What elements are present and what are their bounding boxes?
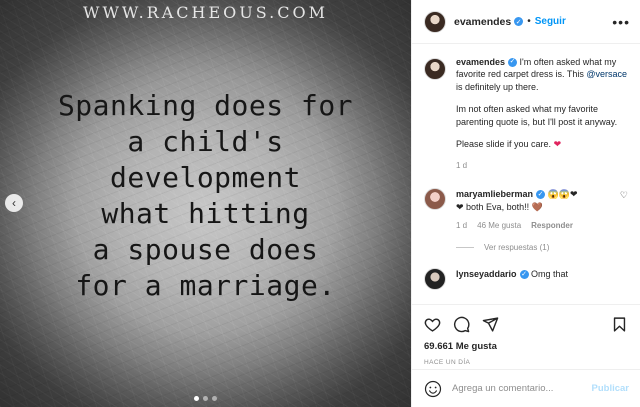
comment-input[interactable]	[452, 383, 582, 394]
author-username[interactable]: evamendes	[454, 16, 511, 28]
reply-button[interactable]: Responder	[531, 219, 573, 232]
mention-link[interactable]: @versace	[586, 69, 627, 79]
author-avatar[interactable]	[424, 10, 446, 33]
separator-dot: •	[527, 16, 531, 27]
replies-divider	[456, 246, 474, 248]
comment-username[interactable]: maryamlieberman	[456, 189, 533, 199]
comment-text: Omg that	[531, 268, 569, 279]
comment-body: maryamlieberman ✓ 😱😱❤ ❤ both Eva, both!! …	[456, 188, 616, 232]
comment-body: lynseyaddario ✓ Omg that	[456, 268, 616, 290]
add-comment-bar: Publicar	[412, 369, 640, 407]
comment-item: maryamlieberman ✓ 😱😱❤ ❤ both Eva, both!! …	[424, 187, 628, 232]
action-icons	[424, 313, 628, 335]
more-options-icon[interactable]: •••	[612, 14, 630, 30]
comment-text: ❤ both Eva, both!! 🤎	[456, 201, 543, 212]
caption-username[interactable]: evamendes	[456, 57, 505, 67]
post-sidebar: evamendes ✓ • Seguir ••• evamendes ✓ I'm …	[411, 0, 640, 407]
verified-badge-icon: ✓	[536, 189, 546, 199]
view-replies-label: Ver respuestas (1)	[484, 242, 550, 252]
caption-body: evamendes ✓ I'm often asked what my favor…	[456, 56, 628, 173]
comment-item: lynseyaddario ✓ Omg that	[424, 267, 628, 290]
carousel-indicators	[0, 396, 411, 401]
emoji-icon[interactable]	[424, 380, 442, 398]
likes-count[interactable]: 69.661 Me gusta	[424, 341, 628, 352]
carousel-prev-button[interactable]: ‹	[5, 194, 23, 212]
carousel-dot	[212, 396, 217, 401]
verified-badge-icon: ✓	[514, 17, 524, 26]
post-timestamp: HACE UN DÍA	[424, 359, 471, 366]
comment-time: 1 d	[456, 220, 468, 230]
carousel-dot	[203, 396, 208, 401]
caption-time: 1 d	[456, 161, 468, 171]
verified-badge-icon: ✓	[508, 58, 518, 68]
bookmark-icon[interactable]	[611, 316, 628, 333]
caption-avatar[interactable]	[424, 58, 446, 80]
comment-meta: 1 d 46 Me gusta Responder	[456, 219, 616, 232]
comment-emojis: 😱😱❤	[547, 188, 578, 199]
comment-likes[interactable]: 46 Me gusta	[477, 219, 521, 232]
share-icon[interactable]	[482, 316, 499, 333]
view-replies-button[interactable]: Ver respuestas (1)	[456, 243, 628, 252]
caption-text: is definitely up there.	[456, 81, 539, 92]
quote-line: a child's	[127, 125, 284, 158]
quote-text: Spanking does for a child's development …	[0, 88, 411, 304]
quote-line: development	[110, 161, 301, 194]
caption-paragraph: Please slide if you care.	[456, 139, 552, 150]
heart-emoji-icon: ❤	[553, 139, 562, 150]
quote-line: for a marriage.	[75, 269, 336, 302]
post-media[interactable]: WWW.RACHEOUS.COM Spanking does for a chi…	[0, 0, 411, 407]
chevron-left-icon: ‹	[12, 196, 16, 210]
quote-line: what hitting	[101, 197, 310, 230]
comments-list[interactable]: evamendes ✓ I'm often asked what my favor…	[412, 44, 640, 304]
heart-icon[interactable]	[424, 316, 441, 333]
follow-button[interactable]: Seguir	[535, 16, 566, 27]
watermark: WWW.RACHEOUS.COM	[83, 3, 328, 22]
quote-line: Spanking does for	[57, 89, 354, 122]
publish-button[interactable]: Publicar	[592, 383, 630, 394]
post-caption: evamendes ✓ I'm often asked what my favor…	[424, 56, 628, 173]
commenter-avatar[interactable]	[424, 187, 446, 210]
quote-line: a spouse does	[92, 233, 319, 266]
verified-badge-icon: ✓	[519, 269, 529, 279]
like-comment-heart-icon[interactable]: ♡	[620, 190, 628, 201]
post-header: evamendes ✓ • Seguir •••	[412, 0, 640, 44]
caption-paragraph: Im not often asked what my favorite pare…	[456, 104, 618, 127]
comment-username[interactable]: lynseyaddario	[456, 269, 517, 279]
carousel-dot	[194, 396, 199, 401]
commenter-avatar[interactable]	[424, 267, 446, 290]
comment-icon[interactable]	[453, 316, 470, 333]
